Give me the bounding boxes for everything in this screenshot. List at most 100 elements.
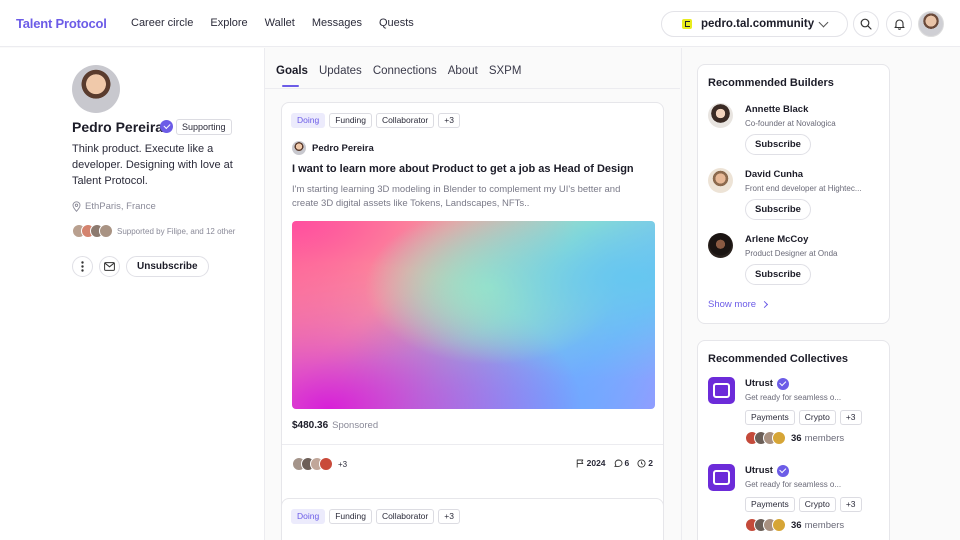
avatar[interactable]: [708, 168, 733, 193]
goal-cover-image: [292, 221, 655, 409]
avatar: [319, 457, 333, 471]
goal-description: I'm starting learning 3D modeling in Ble…: [292, 184, 621, 209]
views-stat: 2: [637, 458, 653, 468]
collective-name: Utrust: [745, 465, 773, 476]
unsubscribe-button[interactable]: Unsubscribe: [126, 256, 209, 277]
nav-messages[interactable]: Messages: [312, 17, 362, 29]
tab-sxpm[interactable]: SXPM: [489, 65, 522, 77]
show-more-link[interactable]: Show more: [708, 299, 769, 310]
location-pin-icon: [72, 201, 81, 212]
goal-price: $480.36: [292, 420, 329, 431]
main-feed: Goals Updates Connections About SXPM Doi…: [265, 48, 680, 540]
profile-actions: Unsubscribe: [72, 256, 209, 277]
builder-name[interactable]: David Cunha: [745, 169, 803, 180]
tag-payments: Payments: [745, 497, 795, 512]
goal-author[interactable]: Pedro Pereira: [292, 141, 374, 155]
goal-stats: 2024 6 2: [576, 458, 653, 468]
domain-selector[interactable]: pedro.tal.community: [661, 11, 848, 37]
avatar[interactable]: [708, 103, 733, 128]
builder-role: Product Designer at Onda: [745, 249, 838, 258]
domain-label: pedro.tal.community: [701, 18, 815, 30]
collective-tags: Payments Crypto +3: [745, 497, 862, 512]
nav-explore[interactable]: Explore: [210, 17, 247, 29]
builder-name[interactable]: Annette Black: [745, 104, 808, 115]
clock-icon: [637, 458, 646, 468]
right-sidebar: Recommended Builders Annette Black Co-fo…: [681, 48, 960, 540]
collective-description: Get ready for seamless o...: [745, 480, 842, 489]
members-count: 36: [791, 519, 802, 531]
more-vertical-icon: [81, 261, 84, 272]
subscribe-button[interactable]: Subscribe: [745, 199, 811, 220]
member-avatars: [745, 431, 786, 445]
tag-doing: Doing: [291, 113, 326, 128]
avatar: [772, 431, 786, 445]
collective-description: Get ready for seamless o...: [745, 393, 842, 402]
supporters-text: Supported by Filipe, and 12 other: [117, 226, 236, 236]
supporters-more-count: +3: [338, 459, 348, 469]
tab-connections[interactable]: Connections: [373, 65, 437, 77]
goal-supporter-avatars[interactable]: [292, 457, 333, 471]
goal-card[interactable]: Doing Funding Collaborator +3: [281, 498, 664, 540]
subscribe-button[interactable]: Subscribe: [745, 264, 811, 285]
goal-card[interactable]: Doing Funding Collaborator +3 Pedro Pere…: [281, 102, 664, 529]
tag-funding: Funding: [329, 509, 372, 524]
tag-funding: Funding: [329, 113, 372, 128]
builder-role: Co-founder at Novalogica: [745, 119, 836, 128]
avatar: [772, 518, 786, 532]
message-button[interactable]: [99, 256, 120, 277]
collective-name: Utrust: [745, 378, 773, 389]
card-divider: [282, 444, 663, 445]
member-avatars: [745, 518, 786, 532]
nav-career-circle[interactable]: Career circle: [131, 17, 193, 29]
tab-about[interactable]: About: [448, 65, 478, 77]
tab-goals[interactable]: Goals: [276, 65, 308, 77]
sponsored-label: Sponsored: [332, 420, 379, 431]
tag-collaborator: Collaborator: [375, 509, 435, 524]
goal-tags: Doing Funding Collaborator +3: [291, 113, 460, 128]
avatar[interactable]: [708, 233, 733, 258]
comments-count: 6: [624, 458, 630, 468]
comments-stat[interactable]: 6: [613, 458, 630, 468]
members-label: members: [804, 432, 845, 444]
flag-icon: [576, 459, 583, 467]
author-avatar: [292, 141, 306, 155]
nav-wallet[interactable]: Wallet: [265, 17, 295, 29]
subscribe-button[interactable]: Subscribe: [745, 134, 811, 155]
tag-collaborator: Collaborator: [375, 113, 435, 128]
user-avatar[interactable]: [918, 11, 944, 37]
tag-more: +3: [839, 497, 862, 512]
tag-payments: Payments: [745, 410, 795, 425]
profile-tabs: Goals Updates Connections About SXPM: [276, 65, 532, 77]
more-options-button[interactable]: [72, 256, 93, 277]
profile-bio: Think product. Execute like a developer.…: [72, 143, 233, 187]
collectives-title: Recommended Collectives: [708, 353, 848, 365]
comment-icon: [613, 459, 622, 467]
app-logo[interactable]: Talent Protocol: [16, 16, 107, 31]
tag-more: +3: [438, 113, 460, 128]
show-more-label: Show more: [708, 299, 757, 310]
builders-title: Recommended Builders: [708, 77, 834, 89]
profile-avatar: [72, 65, 120, 113]
profile-sidebar: Pedro Pereira Supporting Think product. …: [0, 48, 265, 540]
tab-updates[interactable]: Updates: [319, 65, 362, 77]
search-button[interactable]: [853, 11, 879, 37]
collective-members: 36 members: [745, 431, 844, 445]
verified-icon: [160, 120, 173, 133]
active-tab-indicator: [282, 85, 299, 87]
nav-quests[interactable]: Quests: [379, 17, 414, 29]
tag-crypto: Crypto: [798, 497, 836, 512]
profile-supporters[interactable]: Supported by Filipe, and 12 other: [72, 224, 235, 238]
profile-location: EthParis, France: [72, 201, 156, 212]
top-header: Talent Protocol Career circle Explore Wa…: [0, 0, 960, 47]
builder-name[interactable]: Arlene McCoy: [745, 234, 808, 245]
collective-members: 36 members: [745, 518, 844, 532]
tag-more: +3: [839, 410, 862, 425]
profile-name: Pedro Pereira: [72, 119, 164, 135]
verified-icon: [777, 465, 789, 477]
collective-tags: Payments Crypto +3: [745, 410, 862, 425]
tag-more: +3: [438, 509, 460, 524]
goal-title: I want to learn more about Product to ge…: [292, 163, 634, 175]
recommended-builders-panel: Recommended Builders Annette Black Co-fo…: [697, 64, 890, 324]
notifications-button[interactable]: [886, 11, 912, 37]
year-stat: 2024: [576, 458, 606, 468]
